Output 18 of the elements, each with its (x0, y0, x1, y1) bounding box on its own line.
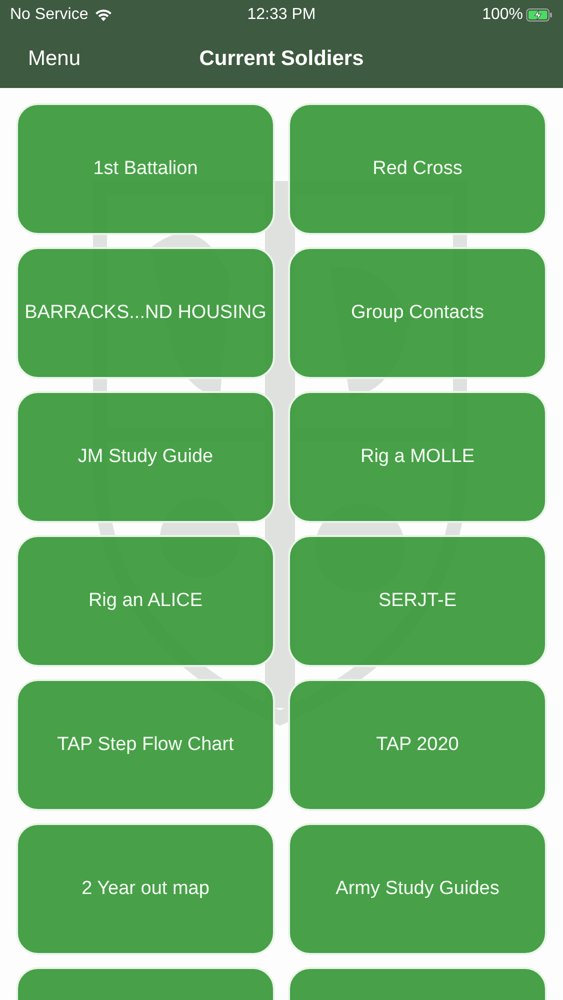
menu-tile[interactable]: TAP Step Flow Chart (16, 679, 275, 811)
menu-tile[interactable]: JM Study Guide (16, 391, 275, 523)
menu-button[interactable]: Menu (28, 43, 81, 75)
menu-tile[interactable]: BARRACKS...ND HOUSING (16, 247, 275, 379)
carrier-name: No Service (10, 6, 88, 24)
menu-tile[interactable]: Rig a MOLLE (288, 391, 547, 523)
menu-tile[interactable]: Army Study Guides (288, 823, 547, 955)
menu-tile[interactable]: SERJT-E (288, 535, 547, 667)
wifi-icon (94, 8, 114, 22)
menu-tile[interactable]: TAP 2020 (288, 679, 547, 811)
battery-percent: 100% (482, 6, 523, 24)
menu-tile[interactable]: Red Cross (288, 103, 547, 235)
clock-time: 12:33 PM (247, 6, 316, 24)
menu-tile[interactable]: Rig an ALICE (16, 535, 275, 667)
menu-tile[interactable]: 2 Year out map (16, 823, 275, 955)
menu-tile[interactable]: 1st Battalion (16, 103, 275, 235)
screen-title: Current Soldiers (199, 47, 364, 71)
menu-tile[interactable]: Group Contacts (288, 247, 547, 379)
